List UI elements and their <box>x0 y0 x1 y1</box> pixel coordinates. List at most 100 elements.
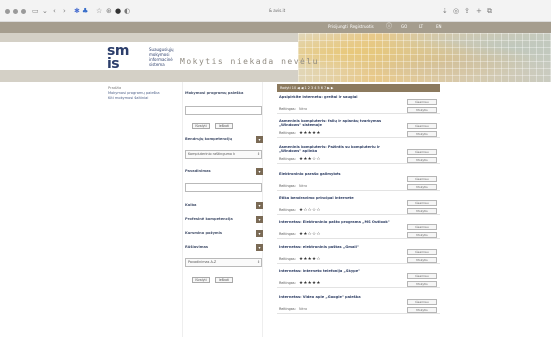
language-section-header[interactable]: Kalba ▾ <box>185 202 263 209</box>
language-en-link[interactable]: EN <box>436 24 442 30</box>
chevron-left-icon[interactable]: ‹ <box>53 7 56 15</box>
name-section-header[interactable]: Pavadinimas ▾ <box>185 168 263 175</box>
competence-section-header[interactable]: Bendrųjų kompetencijų ▾ <box>185 136 263 143</box>
clear-button[interactable]: Išvalyti <box>192 123 210 129</box>
course-item: Asmeninis kompiuteris: failų ir aplankų … <box>277 118 440 138</box>
search-input[interactable] <box>185 106 262 115</box>
course-rating: Reitingas: ★★★★★ <box>279 281 399 286</box>
course-title[interactable]: Etika bendravimo principai internete <box>279 196 399 200</box>
search-button-bottom[interactable]: Ieškoti <box>215 277 233 283</box>
course-rating: Reitingas: Nėra <box>279 184 399 189</box>
details-button[interactable]: Išsamiau <box>407 149 437 155</box>
enroll-button[interactable]: Mokytis <box>407 157 437 163</box>
extension-icon-2[interactable]: ♣ <box>82 7 88 15</box>
chevron-down-icon[interactable]: ▾ <box>256 168 263 175</box>
left-navigation: Pradžia Mokymosi programų paieška Kiti m… <box>108 86 178 101</box>
enroll-button[interactable]: Mokytis <box>407 281 437 287</box>
sidebar-toggle-icon[interactable]: ▭ <box>32 7 39 15</box>
sort-select[interactable]: Pavadinimas A-Z ⇕ <box>185 258 262 267</box>
course-title[interactable]: Elektroninio parašo galimybės <box>279 172 399 176</box>
register-link[interactable]: Registruotis <box>350 24 374 30</box>
details-button[interactable]: Išsamiau <box>407 176 437 182</box>
course-item: Etika bendravimo principai internete Reit… <box>277 195 440 215</box>
github-icon[interactable]: ● <box>115 7 121 15</box>
competence-select[interactable]: Kompiuterinio raštingumo k ⇕ <box>185 150 262 159</box>
enroll-button[interactable]: Mokytis <box>407 208 437 214</box>
site-slogan: Mokytis niekada nevėlu <box>180 57 319 66</box>
help-icon[interactable]: ⓘ <box>386 23 392 31</box>
details-button[interactable]: Išsamiau <box>407 249 437 255</box>
address-bar[interactable]: & avis.it <box>228 6 326 16</box>
shield-icon[interactable]: ◎ <box>453 7 459 15</box>
course-title[interactable]: Internetas: Video apie „Google" paieška <box>279 295 399 299</box>
main-content: Pradžia Mokymosi programų paieška Kiti m… <box>104 82 446 337</box>
download-icon[interactable]: ⇣ <box>442 7 448 15</box>
details-button[interactable]: Išsamiau <box>407 299 437 305</box>
site-logo[interactable]: sm is <box>107 44 147 74</box>
professional-section-header[interactable]: Profesinė kompetencija ▾ <box>185 216 263 223</box>
course-title[interactable]: Asmeninis kompiuteris: failų ir aplankų … <box>279 119 399 127</box>
search-button[interactable]: Ieškoti <box>215 123 233 129</box>
rating-value: Nėra <box>299 184 308 188</box>
chevron-down-icon[interactable]: ▾ <box>256 244 263 251</box>
star-icon[interactable]: ☆ <box>96 7 102 15</box>
share-icon[interactable]: ⇪ <box>464 7 470 15</box>
details-button[interactable]: Išsamiau <box>407 123 437 129</box>
zoom-window-icon[interactable] <box>21 9 26 14</box>
rating-label: Reitingas: <box>279 232 296 236</box>
course-title[interactable]: Internetas: Elektroninio pašto programa … <box>279 220 399 224</box>
filter-panel: Mokymosi programų paieška Išvalyti Ieško… <box>182 82 263 337</box>
record-icon[interactable]: ◐ <box>124 7 130 15</box>
rating-stars: ★★★★★ <box>299 131 321 136</box>
details-button[interactable]: Išsamiau <box>407 200 437 206</box>
minimize-window-icon[interactable] <box>13 9 18 14</box>
language-lt-link[interactable]: LT <box>419 24 423 30</box>
close-window-icon[interactable] <box>5 9 10 14</box>
enroll-button[interactable]: Mokytis <box>407 107 437 113</box>
clear-button-bottom[interactable]: Išvalyti <box>192 277 210 283</box>
details-button[interactable]: Išsamiau <box>407 273 437 279</box>
course-rating: Reitingas: Nėra <box>279 107 399 112</box>
banner: sm is Suaugusiųjų mokymosi informacinė s… <box>0 33 551 82</box>
course-title[interactable]: Internetas: elektroninis paštas „Gmail" <box>279 245 399 249</box>
rating-label: Reitingas: <box>279 257 296 261</box>
chevron-down-icon[interactable]: ▾ <box>256 136 263 143</box>
pagination-bar[interactable]: Rodyti 10 ◀ ◀ 1 2 3 4 5 6 7 ▶ ▶ <box>277 84 440 92</box>
browser-toolbar: ▭ ⌄ ‹ › ✱ ♣ ☆ ⊛ ● ◐ & avis.it ⇣ ◎ ⇪ + ⧉ <box>0 0 551 22</box>
course-title[interactable]: Internetas: interneto telefonija „Skype" <box>279 269 399 273</box>
rating-label: Reitingas: <box>279 107 296 111</box>
chevron-down-icon[interactable]: ▾ <box>256 202 263 209</box>
chevron-right-icon[interactable]: › <box>63 7 66 15</box>
enroll-button[interactable]: Mokytis <box>407 307 437 313</box>
chevron-down-icon[interactable]: ▾ <box>256 230 263 237</box>
course-title[interactable]: Apsipirkite internetu: greitai ir saugia… <box>279 95 399 99</box>
go-link[interactable]: GO <box>401 24 407 30</box>
enroll-button[interactable]: Mokytis <box>407 257 437 263</box>
tabs-overview-icon[interactable]: ⧉ <box>487 7 492 15</box>
right-gutter <box>446 82 551 337</box>
rating-stars: ★★☆☆☆ <box>299 232 321 237</box>
nav-item-other-sources[interactable]: Kiti mokymosi šaltiniai <box>108 96 178 101</box>
rating-label: Reitingas: <box>279 307 296 311</box>
course-title[interactable]: Asmeninis kompiuteris: Pažintis su kompi… <box>279 145 399 153</box>
name-input[interactable] <box>185 183 262 192</box>
settings-icon[interactable]: ⊛ <box>106 7 112 15</box>
sort-section-header[interactable]: Rūšiavimas ▾ <box>185 244 263 251</box>
chevron-down-icon[interactable]: ⌄ <box>42 7 48 15</box>
rating-label: Reitingas: <box>279 131 296 135</box>
chevron-down-icon[interactable]: ▾ <box>256 216 263 223</box>
header-mosaic-image <box>298 33 551 82</box>
rating-label: Reitingas: <box>279 184 296 188</box>
enroll-button[interactable]: Mokytis <box>407 131 437 137</box>
enroll-button[interactable]: Mokytis <box>407 184 437 190</box>
details-button[interactable]: Išsamiau <box>407 224 437 230</box>
search-section-header: Mokymosi programų paieška <box>185 91 244 95</box>
login-link[interactable]: Prisijungti <box>328 24 348 30</box>
extension-icon[interactable]: ✱ <box>74 7 80 15</box>
course-item: Asmeninis kompiuteris: Pažintis su kompi… <box>277 144 440 164</box>
course-rating: Reitingas: ★★★★☆ <box>279 257 399 262</box>
new-tab-icon[interactable]: + <box>476 7 482 15</box>
enroll-button[interactable]: Mokytis <box>407 232 437 238</box>
details-button[interactable]: Išsamiau <box>407 99 437 105</box>
course-events-section-header[interactable]: Kursmino požymis ▾ <box>185 230 263 237</box>
